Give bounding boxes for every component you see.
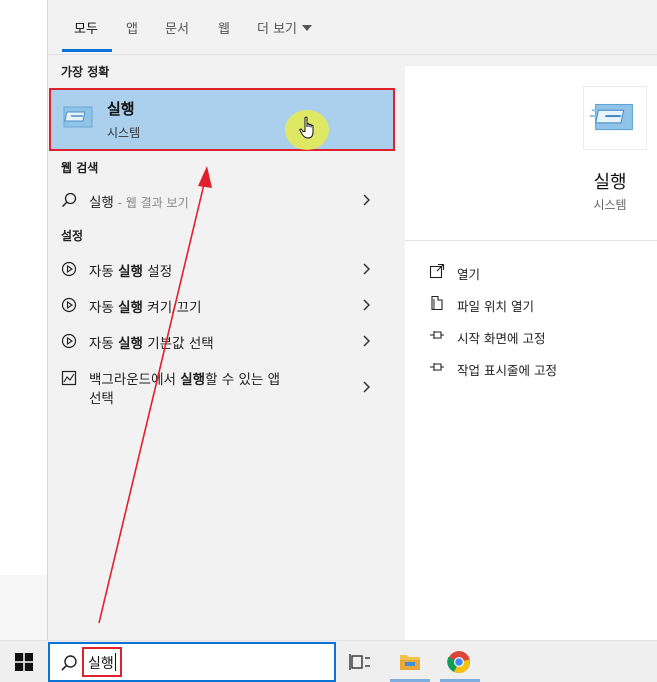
run-app-icon — [63, 106, 93, 128]
settings-item[interactable]: 자동 실행 설정 — [48, 254, 394, 284]
settings-item-label: 자동 실행 설정 — [89, 264, 173, 280]
action-label: 시작 화면에 고정 — [457, 331, 546, 346]
settings-item-label: 자동 실행 기본값 선택 — [89, 336, 214, 352]
web-search-query: 실행 — [89, 195, 114, 211]
settings-heading: 설정 — [61, 229, 84, 243]
settings-item[interactable]: 백그라운드에서 실행할 수 있는 앱 선택 — [48, 364, 394, 410]
chevron-right-icon — [363, 335, 370, 347]
chevron-right-icon — [363, 299, 370, 311]
result-subtitle: 시스템 — [107, 126, 141, 140]
search-tabs: 모두 앱 문서 웹 더 보기 — [48, 0, 657, 55]
task-view-icon[interactable] — [348, 650, 372, 674]
active-tab-indicator — [62, 49, 112, 52]
tab-more[interactable]: 더 보기 — [257, 18, 313, 37]
pin-icon — [430, 363, 444, 371]
chrome-icon[interactable] — [447, 650, 471, 674]
start-icon[interactable] — [15, 653, 33, 671]
action-pin-to-start[interactable]: 시작 화면에 고정 — [429, 325, 649, 347]
web-search-label: 실행 - 웹 결과 보기 — [89, 191, 189, 211]
desktop-background — [0, 0, 48, 575]
web-search-heading: 웹 검색 — [61, 161, 99, 175]
action-label: 작업 표시줄에 고정 — [457, 363, 557, 378]
file-location-icon — [431, 295, 443, 311]
hand-cursor-icon — [299, 116, 314, 139]
settings-item-label: 자동 실행 켜기/끄기 — [89, 300, 202, 316]
preview-pane: 실행 시스템 열기 파일 위치 열기 시작 화면에 고정 작업 표시줄에 고정 — [405, 66, 657, 640]
preview-app-name: 실행 — [593, 172, 627, 193]
search-input-value: 실행 — [88, 656, 114, 672]
tab-documents[interactable]: 문서 — [165, 18, 189, 37]
best-match-result[interactable]: 실행 시스템 — [49, 88, 395, 151]
autoplay-settings-icon — [61, 333, 77, 349]
search-icon — [61, 192, 77, 208]
tab-apps[interactable]: 앱 — [126, 18, 138, 37]
chevron-right-icon — [363, 194, 370, 206]
settings-item[interactable]: 자동 실행 기본값 선택 — [48, 326, 394, 356]
result-title: 실행 — [107, 100, 135, 118]
file-explorer-icon[interactable] — [398, 650, 422, 674]
preview-app-icon-frame — [583, 86, 647, 150]
tab-web[interactable]: 웹 — [218, 18, 230, 37]
start-search-panel: 모두 앱 문서 웹 더 보기 가장 정확 실행 시스템 웹 검색 실행 - 웹 … — [47, 0, 657, 640]
action-open-file-location[interactable]: 파일 위치 열기 — [429, 293, 649, 315]
best-match-heading: 가장 정확 — [61, 65, 110, 79]
open-icon — [429, 263, 445, 279]
autoplay-settings-icon — [61, 261, 77, 277]
chevron-right-icon — [363, 263, 370, 275]
search-input[interactable]: 실행 — [82, 647, 122, 677]
chevron-down-icon — [302, 25, 313, 31]
autoplay-settings-icon — [61, 297, 77, 313]
chevron-right-icon — [363, 381, 370, 393]
settings-item-label: 백그라운드에서 실행할 수 있는 앱 — [89, 372, 281, 388]
text-caret — [114, 653, 116, 671]
settings-item[interactable]: 자동 실행 켜기/끄기 — [48, 290, 394, 320]
tab-more-label: 더 보기 — [257, 22, 298, 37]
web-search-suffix: - 웹 결과 보기 — [113, 196, 189, 210]
background-apps-icon — [61, 370, 77, 386]
preview-app-type: 시스템 — [593, 198, 627, 212]
run-app-icon — [589, 103, 633, 131]
settings-item-label-line2: 선택 — [89, 391, 114, 407]
divider — [405, 240, 657, 241]
search-icon — [61, 655, 77, 671]
action-label: 파일 위치 열기 — [457, 299, 534, 314]
web-search-result[interactable]: 실행 - 웹 결과 보기 — [48, 186, 394, 214]
action-label: 열기 — [457, 267, 481, 282]
taskbar: 실행 — [0, 640, 657, 682]
pin-icon — [430, 331, 444, 339]
taskbar-search-box[interactable]: 실행 — [48, 642, 336, 682]
tab-all[interactable]: 모두 — [74, 18, 98, 37]
action-open[interactable]: 열기 — [429, 261, 649, 283]
action-pin-to-taskbar[interactable]: 작업 표시줄에 고정 — [429, 357, 649, 379]
